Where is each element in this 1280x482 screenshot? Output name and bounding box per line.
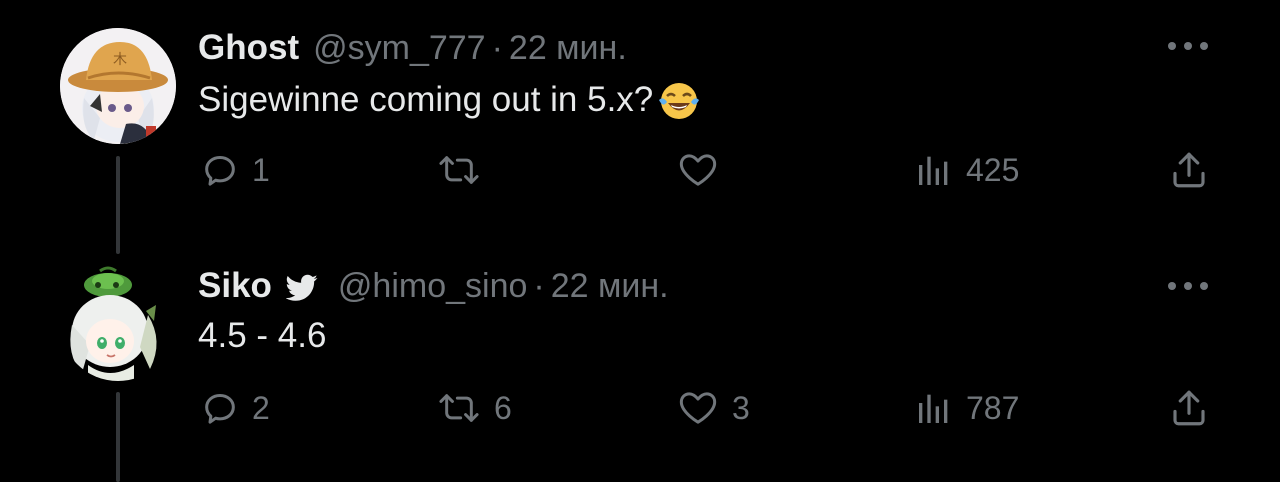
like-count: 3 bbox=[732, 389, 750, 426]
like-button[interactable]: 3 bbox=[676, 384, 750, 432]
retweet-icon bbox=[439, 394, 479, 422]
avatar[interactable]: 木 bbox=[60, 28, 176, 144]
tweet-actions: 1 425 bbox=[198, 146, 1216, 194]
svg-text:木: 木 bbox=[113, 52, 127, 68]
reply-button[interactable]: 1 bbox=[200, 146, 270, 194]
tweet-actions: 2 6 3 787 bbox=[198, 384, 1216, 432]
face-with-tears-of-joy-icon bbox=[657, 78, 701, 122]
thread-line bbox=[116, 392, 120, 482]
display-name[interactable]: Ghost bbox=[198, 28, 299, 68]
separator-dot: · bbox=[533, 267, 545, 305]
tweet-text-content: 4.5 - 4.6 bbox=[198, 316, 327, 355]
avatar[interactable] bbox=[60, 265, 176, 381]
tweet-text: 4.5 - 4.6 bbox=[198, 316, 326, 356]
views-button[interactable]: 425 bbox=[914, 146, 1019, 194]
retweet-icon bbox=[439, 156, 479, 184]
reply-icon bbox=[205, 156, 235, 186]
timestamp[interactable]: 22 мин. bbox=[551, 267, 669, 306]
more-icon[interactable] bbox=[1168, 40, 1212, 52]
retweet-count: 6 bbox=[494, 389, 512, 426]
views-button[interactable]: 787 bbox=[914, 384, 1019, 432]
user-handle[interactable]: @sym_777 bbox=[313, 29, 485, 68]
views-icon bbox=[919, 394, 948, 423]
retweet-button[interactable] bbox=[436, 146, 494, 194]
reply-count: 1 bbox=[252, 151, 270, 188]
tweet[interactable]: Siko @himo_sino · 22 мин. 4.5 - 4.6 2 6 … bbox=[0, 240, 1280, 482]
reply-button[interactable]: 2 bbox=[200, 384, 270, 432]
twitter-bird-icon bbox=[285, 274, 318, 302]
more-icon[interactable] bbox=[1168, 280, 1212, 292]
share-button[interactable] bbox=[1168, 146, 1210, 194]
timestamp[interactable]: 22 мин. bbox=[509, 29, 627, 68]
tweet-text: Sigewinne coming out in 5.x? bbox=[198, 78, 701, 122]
separator-dot: · bbox=[491, 29, 503, 67]
tweet[interactable]: 木 Ghost @sym_777 · 22 мин. Sigewinne com… bbox=[0, 0, 1280, 254]
heart-icon bbox=[679, 154, 717, 186]
like-button[interactable] bbox=[676, 146, 732, 194]
tweet-header: Siko @himo_sino · 22 мин. bbox=[198, 266, 669, 306]
heart-icon bbox=[679, 392, 717, 424]
display-name[interactable]: Siko bbox=[198, 266, 272, 306]
share-button[interactable] bbox=[1168, 384, 1210, 432]
tweet-header: Ghost @sym_777 · 22 мин. bbox=[198, 28, 627, 68]
views-count: 787 bbox=[966, 389, 1020, 426]
user-handle[interactable]: @himo_sino bbox=[338, 267, 528, 306]
views-count: 425 bbox=[966, 151, 1020, 188]
share-icon bbox=[1173, 152, 1205, 188]
reply-icon bbox=[205, 394, 235, 424]
share-icon bbox=[1173, 390, 1205, 426]
reply-count: 2 bbox=[252, 389, 270, 426]
views-icon bbox=[919, 156, 948, 185]
retweet-button[interactable]: 6 bbox=[436, 384, 512, 432]
tweet-text-content: Sigewinne coming out in 5.x? bbox=[198, 80, 654, 119]
